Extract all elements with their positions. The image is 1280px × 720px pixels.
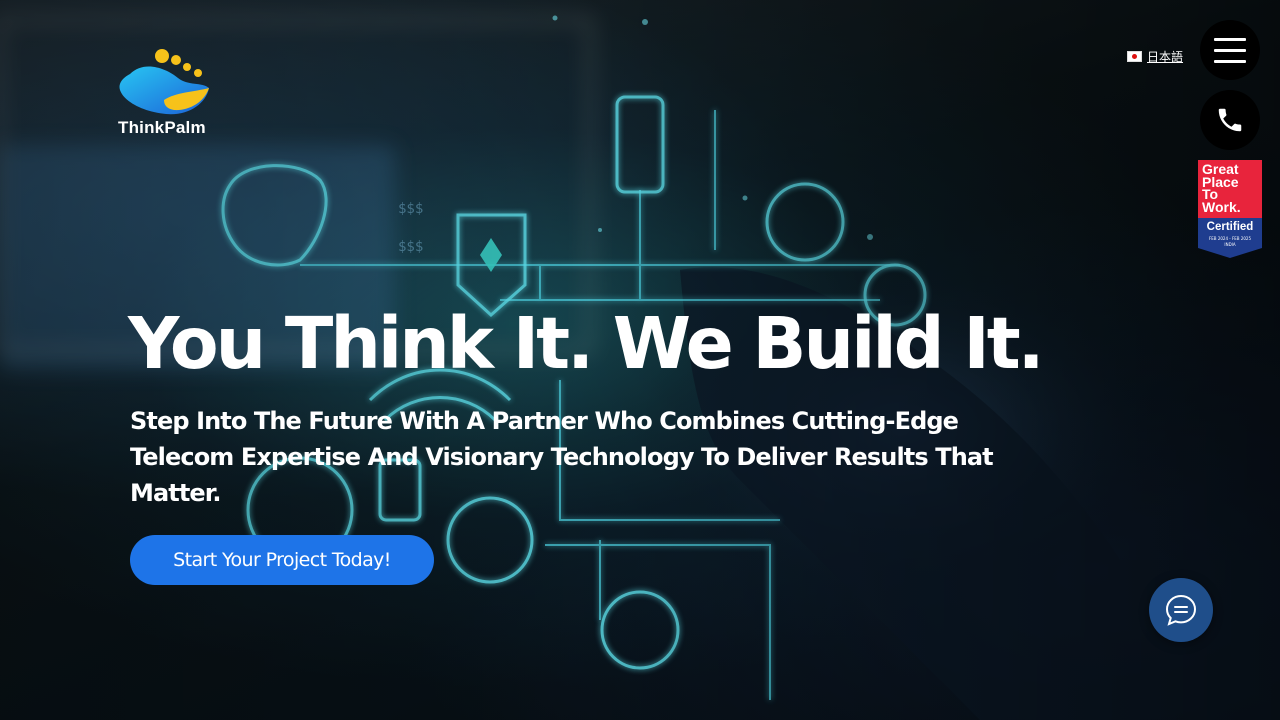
- badge-country: INDIA: [1224, 242, 1236, 247]
- start-project-button[interactable]: Start Your Project Today!: [130, 535, 434, 585]
- language-link[interactable]: 日本語: [1147, 48, 1183, 65]
- menu-button[interactable]: [1200, 20, 1260, 80]
- language-switch[interactable]: 日本語: [1127, 48, 1183, 65]
- brand-logo[interactable]: ThinkPalm: [118, 48, 218, 138]
- hamburger-menu-icon: [1214, 37, 1246, 63]
- great-place-to-work-badge[interactable]: Great Place To Work. Certified FEB 2024 …: [1198, 160, 1262, 258]
- badge-title: Great Place To Work.: [1198, 160, 1262, 218]
- badge-line-4: Work.: [1202, 198, 1241, 215]
- thinkpalm-logo-icon: [119, 49, 209, 115]
- badge-certification: Certified FEB 2024 - FEB 2025 INDIA: [1198, 218, 1262, 258]
- phone-icon: [1218, 108, 1242, 132]
- hero-headline: You Think It. We Build It.: [128, 302, 1045, 385]
- badge-dates: FEB 2024 - FEB 2025: [1208, 236, 1252, 241]
- hero-subheadline: Step Into The Future With A Partner Who …: [130, 407, 994, 507]
- chat-bubble-icon: [1165, 594, 1197, 626]
- call-button[interactable]: [1200, 90, 1260, 150]
- chat-button[interactable]: [1149, 578, 1213, 642]
- japan-flag-icon: [1127, 51, 1142, 62]
- brand-name: ThinkPalm: [118, 118, 206, 137]
- badge-certified: Certified: [1206, 221, 1254, 233]
